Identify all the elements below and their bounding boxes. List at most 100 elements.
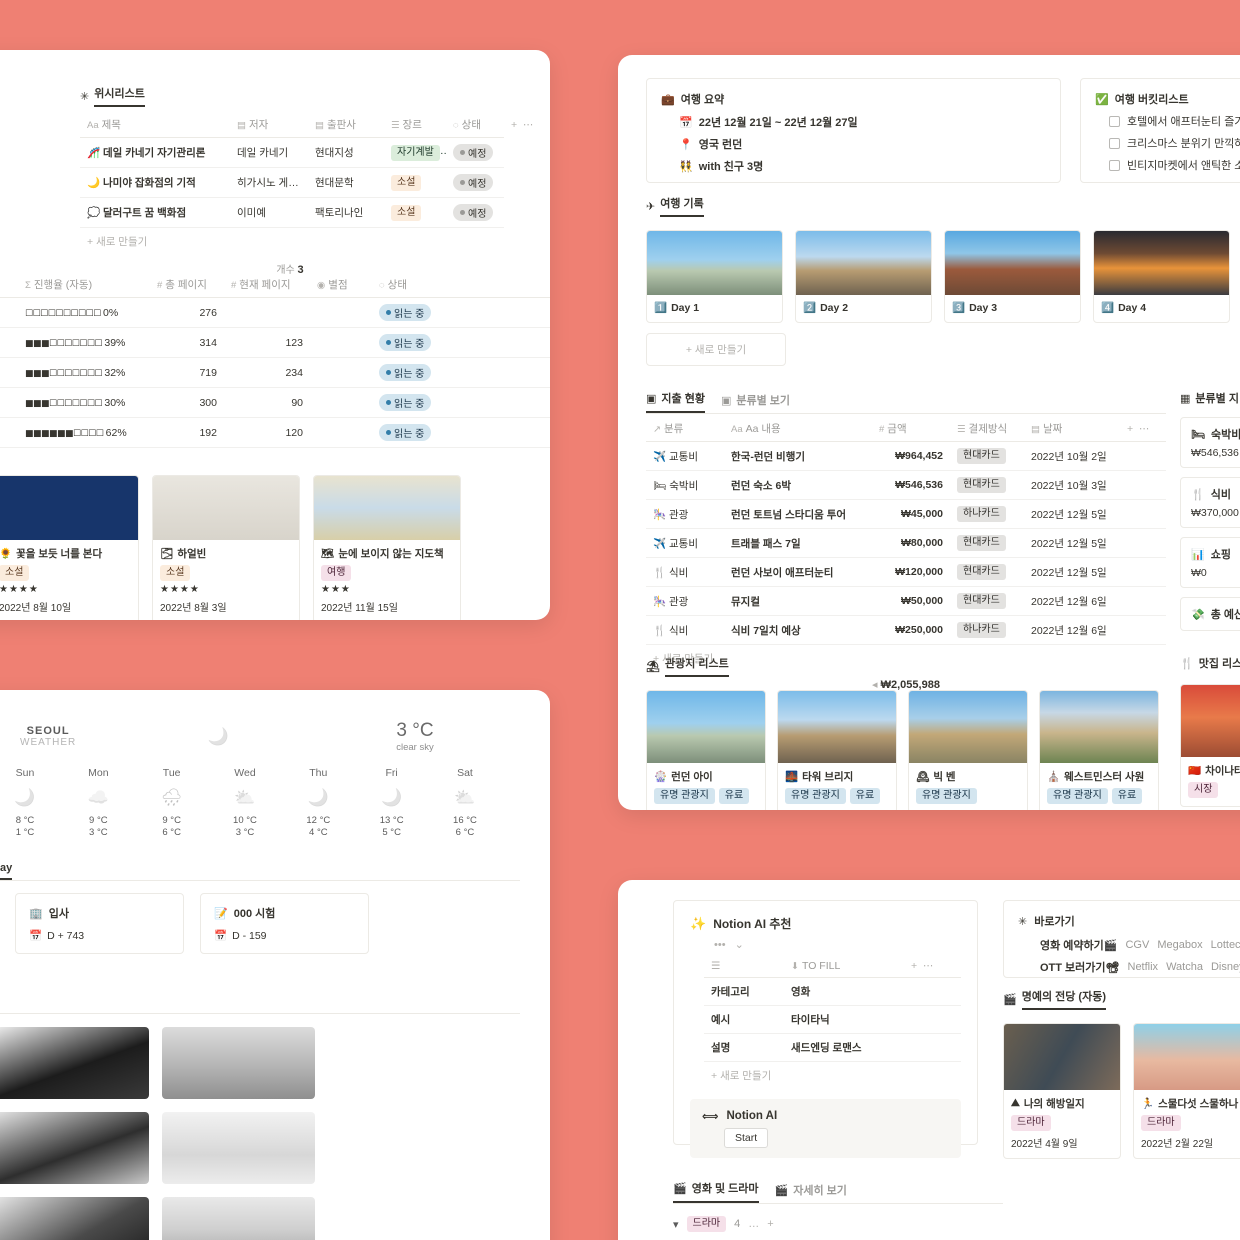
col-desc[interactable]: AaAa 내용 [724,416,872,442]
cell-value[interactable]: 새드엔딩 로맨스 [784,1034,904,1062]
photo-item[interactable] [162,1112,315,1184]
cell-field[interactable]: 카테고리 [704,978,784,1006]
day-card[interactable]: 4️⃣Day 4 [1093,230,1230,323]
cell-rating[interactable] [310,298,372,328]
photo-item[interactable] [0,1027,149,1099]
more-options-icon[interactable]: ••• [714,939,726,951]
book-card[interactable]: 🌫하얼빈소설★★★★2022년 8월 3일 [152,475,300,620]
more-options-icon[interactable]: … [748,1218,759,1230]
cell-author[interactable]: 데일 카네기 [230,138,308,168]
col-title[interactable]: AaAa 제목제목 [80,112,230,138]
cell-method[interactable]: 하나카드 [950,616,1024,645]
wishlist-new-row[interactable]: + 새로 만들기 [80,228,500,255]
cell-total-pages[interactable]: 192 [150,418,224,448]
cell-genre[interactable]: 소설 [384,168,446,198]
ai-start-button[interactable]: Start [724,1128,768,1148]
group-tag[interactable]: 드라마 [687,1216,727,1232]
col-status[interactable]: ◌상태 [446,112,504,138]
cell-category[interactable]: 🎠 관광 [646,587,724,616]
shortcut-link[interactable]: Watcha [1166,961,1203,973]
shortcut-link[interactable]: CGV [1125,939,1149,951]
category-summary-card[interactable]: 🛏숙박비₩546,536 [1180,417,1240,468]
travel-record-new-button[interactable]: + 새로 만들기 [646,333,786,366]
dday-card[interactable]: 🏢입사📅D + 743 [15,893,184,954]
cell-genre[interactable]: 소설 [384,198,446,228]
book-card[interactable]: 🌻꽃을 보듯 너를 본다소설★★★★2022년 8월 10일 [0,475,139,620]
col-date[interactable]: ▤날짜 [1024,416,1120,442]
col-total-pages[interactable]: #총 페이지 [150,272,224,298]
ai-new-row[interactable]: + 새로 만들기 [704,1062,961,1089]
cell-current-page[interactable]: 120 [224,418,310,448]
cell-description[interactable]: 뮤지컬 [724,587,872,616]
cell-status[interactable]: 예정 [446,138,504,168]
checkbox-icon[interactable] [1109,116,1120,127]
cell-progress[interactable]: ■■■☐☐☐☐☐☐☐ 39% [18,328,150,358]
book-card[interactable]: 🗺눈에 보이지 않는 지도책여행★★★2022년 11월 15일 [313,475,461,620]
cell-date[interactable]: 2022년 10월 3일 [1024,471,1120,500]
bucketlist-item[interactable]: 빈티지마켓에서 앤틱한 소품 [1095,154,1240,176]
cell-genre[interactable]: 자기계발 [384,138,446,168]
cell-total-pages[interactable]: 300 [150,388,224,418]
cell-amount[interactable]: ₩120,000 [872,558,950,587]
cell-category[interactable]: ✈️ 교통비 [646,529,724,558]
cell-progress[interactable]: ■■■■■■☐☐☐☐ 62% [18,418,150,448]
cell-current-page[interactable]: 123 [224,328,310,358]
cell-date[interactable]: 2022년 12월 5일 [1024,529,1120,558]
cell-description[interactable]: 식비 7일치 예상 [724,616,872,645]
spot-card[interactable]: 🕰빅 벤유명 관광지 [908,690,1028,810]
cell-method[interactable]: 현대카드 [950,529,1024,558]
cell-method[interactable]: 현대카드 [950,442,1024,471]
cell-total-pages[interactable]: 719 [150,358,224,388]
col-amount[interactable]: #금액 [872,416,950,442]
col-method[interactable]: ☰결제방식 [950,416,1024,442]
col-author[interactable]: ▤저자 [230,112,308,138]
shortcut-link[interactable]: Netflix [1128,961,1159,973]
col-start-date[interactable]: ▤시작 날짜 [0,272,18,298]
cell-method[interactable]: 현대카드 [950,558,1024,587]
cell-category[interactable]: 🛏 숙박비 [646,471,724,500]
cell-field[interactable]: 예시 [704,1006,784,1034]
cell-publisher[interactable]: 현대문학 [308,168,384,198]
cell-start-date[interactable]: 2022년 10월 5일 [0,328,18,358]
cell-title[interactable]: 🎢 데일 카네기 자기관리론 [80,138,230,168]
cell-description[interactable]: 한국-런던 비행기 [724,442,872,471]
day-card[interactable]: 1️⃣Day 1 [646,230,783,323]
cell-status[interactable]: 읽는 중 [372,298,452,328]
cell-title[interactable]: 💭 달러구트 꿈 백화점 [80,198,230,228]
cell-current-page[interactable] [224,298,310,328]
cell-amount[interactable]: ₩45,000 [872,500,950,529]
bucketlist-item[interactable]: 호텔에서 애프터눈티 즐기기 [1095,110,1240,132]
cell-rating[interactable] [310,418,372,448]
cell-value[interactable]: 영화 [784,978,904,1006]
caret-down-icon[interactable]: ▾ [673,1218,679,1231]
cell-start-date[interactable]: 2022년 11월 28일 [0,298,18,328]
cell-progress[interactable]: ■■■☐☐☐☐☐☐☐ 30% [18,388,150,418]
cell-category[interactable]: 🎠 관광 [646,500,724,529]
category-summary-card[interactable]: 📊쇼핑₩0 [1180,537,1240,588]
cell-date[interactable]: 2022년 12월 5일 [1024,558,1120,587]
cell-amount[interactable]: ₩80,000 [872,529,950,558]
col-current-page[interactable]: #현재 페이지 [224,272,310,298]
cell-description[interactable]: 트래블 패스 7일 [724,529,872,558]
cell-total-pages[interactable]: 276 [150,298,224,328]
cell-rating[interactable] [310,388,372,418]
category-summary-card[interactable]: 🍴식비₩370,000 [1180,477,1240,528]
cell-description[interactable]: 런던 토트넘 스타디움 투어 [724,500,872,529]
photo-item[interactable] [162,1027,315,1099]
cell-description[interactable]: 런던 숙소 6박 [724,471,872,500]
cell-amount[interactable]: ₩50,000 [872,587,950,616]
cell-rating[interactable] [310,358,372,388]
tab-movies-detail[interactable]: 🎬 자세히 보기 [775,1182,847,1203]
cell-progress[interactable]: ■■■☐☐☐☐☐☐☐ 32% [18,358,150,388]
shortcut-link[interactable]: Lottecinema [1211,939,1240,951]
cell-date[interactable]: 2022년 12월 5일 [1024,500,1120,529]
cell-date[interactable]: 2022년 12월 6일 [1024,616,1120,645]
col-to-fill[interactable]: ⬇TO FILL [784,955,904,978]
cell-field[interactable]: 설명 [704,1034,784,1062]
day-card[interactable]: 2️⃣Day 2 [795,230,932,323]
cell-start-date[interactable]: 2022년 11월 29일 [0,388,18,418]
dday-tab[interactable]: ay [0,862,12,880]
tab-expenses-status[interactable]: ▣ 지출 현황 [646,390,705,413]
cell-author[interactable]: 히가시노 게이고 [230,168,308,198]
spot-card[interactable]: 🎡런던 아이유명 관광지유료 [646,690,766,810]
